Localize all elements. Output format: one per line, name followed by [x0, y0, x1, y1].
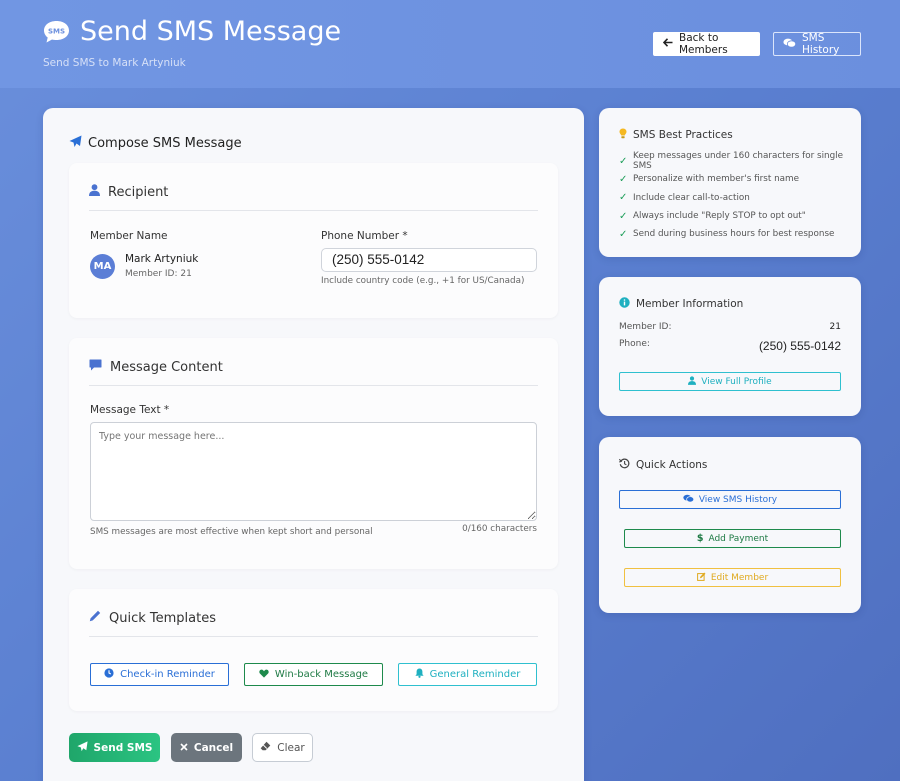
check-icon: ✓	[619, 228, 628, 240]
phone-row: Phone: (250) 555-0142	[619, 339, 841, 353]
pencil-icon	[89, 610, 101, 626]
phone-label: Phone:	[619, 339, 650, 349]
bell-icon	[415, 668, 424, 681]
user-icon	[89, 184, 100, 200]
view-sms-history-button[interactable]: View SMS History	[619, 490, 841, 509]
templates-section: Quick Templates Check-in Reminder Win-ba…	[69, 589, 558, 711]
arrow-left-icon	[662, 38, 673, 50]
page-subtitle: Send SMS to Mark Artyniuk	[43, 57, 186, 69]
phone-hint: Include country code (e.g., +1 for US/Ca…	[321, 276, 525, 286]
clock-icon	[104, 668, 114, 681]
eraser-icon	[260, 741, 271, 754]
title-block: SMS Send SMS Message Send SMS to Mark Ar…	[43, 16, 341, 69]
close-icon	[180, 742, 188, 754]
history-icon	[618, 458, 630, 472]
svg-text:SMS: SMS	[48, 27, 65, 35]
edit-member-button[interactable]: Edit Member	[624, 568, 841, 587]
recipient-section: Recipient Member Name MA Mark Artyniuk M…	[69, 163, 558, 318]
section-divider	[89, 636, 538, 637]
best-practices-heading: SMS Best Practices	[619, 128, 733, 142]
lightbulb-icon	[619, 128, 627, 142]
compose-card: Compose SMS Message Recipient Member Nam…	[43, 108, 584, 781]
back-to-members-button[interactable]: Back to Members	[653, 32, 760, 56]
comments-icon	[683, 494, 694, 506]
win-back-message-template-button[interactable]: Win-back Message	[244, 663, 383, 686]
dollar-icon: $	[696, 533, 704, 544]
add-payment-button[interactable]: $ Add Payment	[624, 529, 841, 548]
send-sms-button[interactable]: Send SMS	[69, 733, 160, 762]
comments-icon	[783, 38, 797, 51]
phone-number-input[interactable]: (250) 555-0142	[321, 248, 537, 272]
member-name-label: Member Name	[90, 230, 168, 242]
list-item: ✓ Keep messages under 160 characters for …	[619, 151, 844, 172]
view-full-profile-button[interactable]: View Full Profile	[619, 372, 841, 391]
section-divider	[89, 385, 538, 386]
general-reminder-template-button[interactable]: General Reminder	[398, 663, 537, 686]
paper-plane-icon	[69, 135, 82, 152]
best-practices-list: ✓ Keep messages under 160 characters for …	[619, 151, 861, 243]
list-item: ✓ Personalize with member's first name	[619, 173, 800, 185]
check-icon: ✓	[619, 192, 628, 204]
user-icon	[688, 375, 697, 388]
list-item: ✓ Send during business hours for best res…	[619, 228, 835, 240]
list-item: ✓ Include clear call-to-action	[619, 192, 750, 204]
member-info-card: Member Information Member ID: 21 Phone: …	[599, 277, 861, 416]
check-icon: ✓	[619, 210, 628, 222]
page-title: Send SMS Message	[80, 16, 342, 47]
sms-history-button[interactable]: SMS History	[773, 32, 861, 56]
sms-history-label: SMS History	[802, 32, 840, 56]
back-to-members-label: Back to Members	[679, 32, 728, 56]
message-hint: SMS messages are most effective when kep…	[90, 527, 373, 537]
member-id-row: Member ID: 21	[619, 322, 841, 332]
cancel-button[interactable]: Cancel	[171, 733, 242, 762]
recipient-heading: Recipient	[89, 184, 168, 200]
avatar: MA	[90, 254, 115, 279]
sms-bubble-icon: SMS	[43, 20, 70, 44]
member-id-value: 21	[829, 322, 841, 332]
templates-heading: Quick Templates	[89, 610, 216, 626]
section-divider	[89, 210, 538, 211]
member-id: Member ID: 21	[125, 269, 192, 279]
message-textarea[interactable]	[90, 422, 537, 521]
best-practices-card: SMS Best Practices ✓ Keep messages under …	[599, 108, 861, 257]
compose-title: Compose SMS Message	[88, 136, 242, 151]
message-heading: Message Content	[89, 359, 223, 375]
member-id-label: Member ID:	[619, 322, 672, 332]
phone-value: (250) 555-0142	[758, 339, 841, 353]
edit-icon	[696, 572, 706, 584]
check-in-reminder-template-button[interactable]: Check-in Reminder	[90, 663, 229, 686]
check-icon: ✓	[619, 155, 628, 167]
message-text-label: Message Text *	[90, 404, 170, 416]
check-icon: ✓	[619, 173, 628, 185]
member-name: Mark Artyniuk	[125, 253, 199, 265]
heart-icon	[259, 669, 269, 681]
member-info-heading: Member Information	[619, 297, 743, 311]
phone-number-label: Phone Number *	[321, 230, 408, 242]
info-circle-icon	[619, 297, 630, 311]
list-item: ✓ Always include "Reply STOP to opt out"	[619, 210, 806, 222]
comment-icon	[89, 359, 102, 375]
clear-button[interactable]: Clear	[252, 733, 313, 762]
quick-actions-card: Quick Actions View SMS History $ Add Pay…	[599, 437, 861, 613]
message-section: Message Content Message Text * SMS messa…	[69, 338, 558, 569]
quick-actions-heading: Quick Actions	[618, 458, 707, 472]
paper-plane-icon	[76, 740, 88, 755]
page-header: SMS Send SMS Message Send SMS to Mark Ar…	[0, 0, 900, 88]
compose-heading: Compose SMS Message	[69, 135, 242, 152]
character-counter: 0/160 characters	[462, 524, 537, 534]
